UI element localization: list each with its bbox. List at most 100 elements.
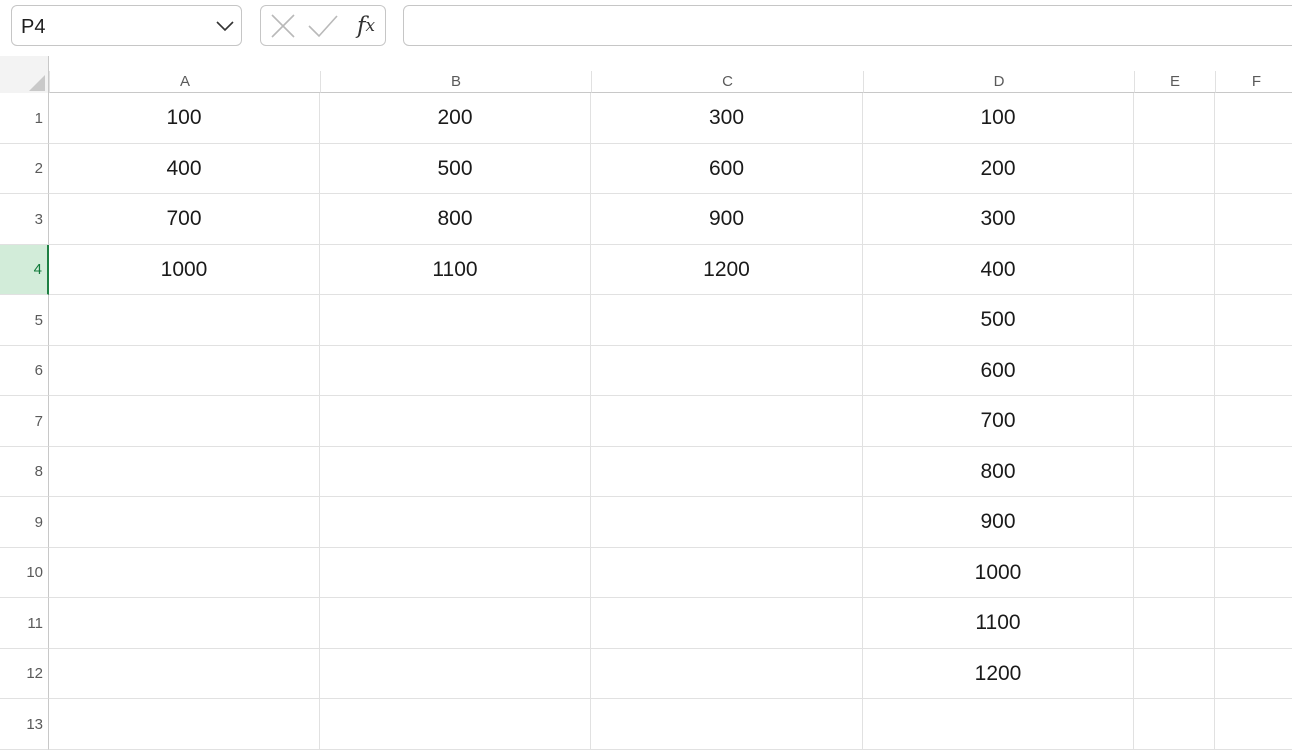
cell-c3[interactable]: 900	[591, 194, 863, 245]
cell-b4[interactable]: 1100	[320, 245, 591, 295]
cell-f11[interactable]	[1215, 598, 1292, 649]
cell-e13[interactable]	[1134, 699, 1215, 750]
row-header-1[interactable]: 1	[0, 93, 49, 144]
cell-c8[interactable]	[591, 447, 863, 497]
cell-c2[interactable]: 600	[591, 144, 863, 194]
cell-a5[interactable]	[49, 295, 320, 346]
cell-f10[interactable]	[1215, 548, 1292, 598]
cell-a3[interactable]: 700	[49, 194, 320, 245]
cell-b1[interactable]: 200	[320, 93, 591, 144]
cell-e3[interactable]	[1134, 194, 1215, 245]
cell-e6[interactable]	[1134, 346, 1215, 396]
cell-f3[interactable]	[1215, 194, 1292, 245]
cell-b12[interactable]	[320, 649, 591, 699]
cell-f9[interactable]	[1215, 497, 1292, 548]
name-box[interactable]: P4	[11, 5, 242, 46]
cell-a8[interactable]	[49, 447, 320, 497]
cell-e5[interactable]	[1134, 295, 1215, 346]
cell-d3[interactable]: 300	[863, 194, 1134, 245]
column-header-a[interactable]: A	[49, 71, 320, 93]
cell-e1[interactable]	[1134, 93, 1215, 144]
name-box-value[interactable]: P4	[21, 16, 45, 39]
cell-d13[interactable]	[863, 699, 1134, 750]
row-header-12[interactable]: 12	[0, 649, 49, 699]
cell-f4[interactable]	[1215, 245, 1292, 295]
cell-c9[interactable]	[591, 497, 863, 548]
formula-input[interactable]	[403, 5, 1292, 46]
cell-c7[interactable]	[591, 396, 863, 447]
cell-f7[interactable]	[1215, 396, 1292, 447]
chevron-down-icon[interactable]	[215, 18, 235, 34]
cell-a10[interactable]	[49, 548, 320, 598]
cell-d12[interactable]: 1200	[863, 649, 1134, 699]
cell-a7[interactable]	[49, 396, 320, 447]
cell-a2[interactable]: 400	[49, 144, 320, 194]
cell-d9[interactable]: 900	[863, 497, 1134, 548]
cell-c13[interactable]	[591, 699, 863, 750]
row-header-2[interactable]: 2	[0, 144, 49, 194]
cell-c12[interactable]	[591, 649, 863, 699]
cell-c11[interactable]	[591, 598, 863, 649]
cell-b13[interactable]	[320, 699, 591, 750]
cell-b7[interactable]	[320, 396, 591, 447]
cell-c1[interactable]: 300	[591, 93, 863, 144]
cell-e10[interactable]	[1134, 548, 1215, 598]
cell-f13[interactable]	[1215, 699, 1292, 750]
cell-f1[interactable]	[1215, 93, 1292, 144]
cell-d6[interactable]: 600	[863, 346, 1134, 396]
cell-e4[interactable]	[1134, 245, 1215, 295]
cell-a11[interactable]	[49, 598, 320, 649]
row-header-10[interactable]: 10	[0, 548, 49, 598]
cell-b10[interactable]	[320, 548, 591, 598]
cell-a12[interactable]	[49, 649, 320, 699]
cell-e8[interactable]	[1134, 447, 1215, 497]
cell-a4[interactable]: 1000	[49, 245, 320, 295]
cell-c10[interactable]	[591, 548, 863, 598]
cancel-icon[interactable]	[266, 6, 300, 45]
cell-d4[interactable]: 400	[863, 245, 1134, 295]
cell-e11[interactable]	[1134, 598, 1215, 649]
cell-d7[interactable]: 700	[863, 396, 1134, 447]
cell-a9[interactable]	[49, 497, 320, 548]
row-header-11[interactable]: 11	[0, 598, 49, 649]
cell-a1[interactable]: 100	[49, 93, 320, 144]
cell-d5[interactable]: 500	[863, 295, 1134, 346]
cell-b6[interactable]	[320, 346, 591, 396]
cell-d1[interactable]: 100	[863, 93, 1134, 144]
cell-d2[interactable]: 200	[863, 144, 1134, 194]
cell-a6[interactable]	[49, 346, 320, 396]
cell-d10[interactable]: 1000	[863, 548, 1134, 598]
column-header-b[interactable]: B	[320, 71, 591, 93]
enter-check-icon[interactable]	[305, 6, 341, 45]
cell-d11[interactable]: 1100	[863, 598, 1134, 649]
cell-b2[interactable]: 500	[320, 144, 591, 194]
cell-c4[interactable]: 1200	[591, 245, 863, 295]
column-header-f[interactable]: F	[1215, 71, 1292, 93]
row-header-5[interactable]: 5	[0, 295, 49, 346]
cell-f8[interactable]	[1215, 447, 1292, 497]
cell-c5[interactable]	[591, 295, 863, 346]
cell-f6[interactable]	[1215, 346, 1292, 396]
cell-e2[interactable]	[1134, 144, 1215, 194]
row-header-4[interactable]: 4	[0, 245, 49, 295]
cell-d8[interactable]: 800	[863, 447, 1134, 497]
cell-f5[interactable]	[1215, 295, 1292, 346]
select-all-corner[interactable]	[0, 56, 49, 93]
cell-e12[interactable]	[1134, 649, 1215, 699]
column-header-e[interactable]: E	[1134, 71, 1215, 93]
cell-f2[interactable]	[1215, 144, 1292, 194]
row-header-8[interactable]: 8	[0, 447, 49, 497]
cell-e9[interactable]	[1134, 497, 1215, 548]
row-header-6[interactable]: 6	[0, 346, 49, 396]
row-header-3[interactable]: 3	[0, 194, 49, 245]
column-header-d[interactable]: D	[863, 71, 1134, 93]
row-header-13[interactable]: 13	[0, 699, 49, 750]
column-header-c[interactable]: C	[591, 71, 863, 93]
function-icon[interactable]: fx	[347, 6, 385, 45]
cell-b8[interactable]	[320, 447, 591, 497]
cell-b11[interactable]	[320, 598, 591, 649]
cell-c6[interactable]	[591, 346, 863, 396]
row-header-9[interactable]: 9	[0, 497, 49, 548]
cell-b3[interactable]: 800	[320, 194, 591, 245]
cell-f12[interactable]	[1215, 649, 1292, 699]
